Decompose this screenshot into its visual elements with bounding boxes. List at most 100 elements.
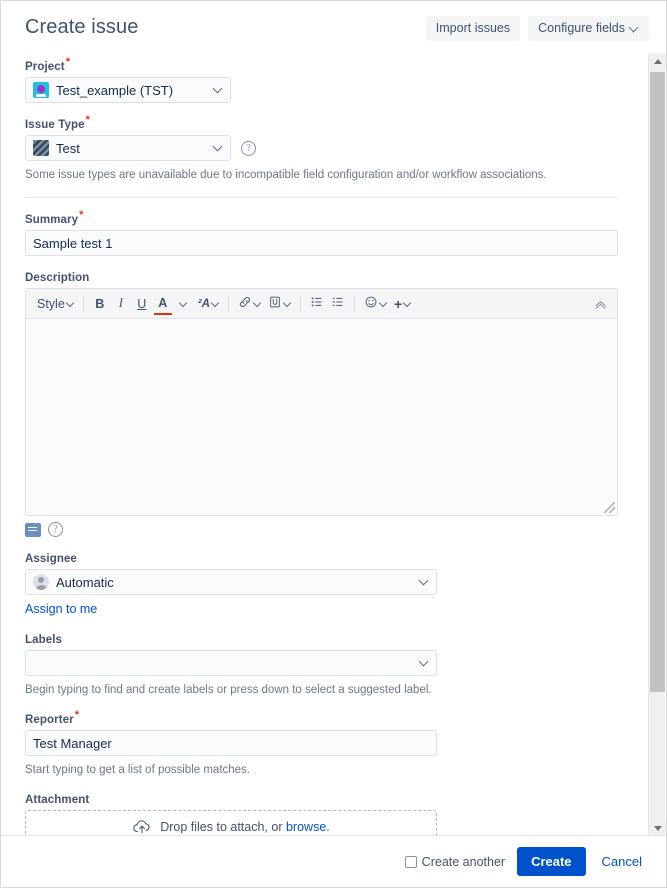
chevron-down-icon [404, 300, 411, 307]
assignee-select[interactable]: Automatic [25, 569, 437, 596]
create-button[interactable]: Create [517, 847, 586, 876]
italic-button[interactable]: I [111, 293, 131, 315]
editor-footer: ? [25, 522, 618, 538]
checkbox-box[interactable] [404, 855, 417, 868]
scroll-up-arrow-icon[interactable] [649, 53, 666, 70]
chevron-down-icon [380, 300, 387, 307]
numbered-list-button[interactable] [328, 293, 348, 315]
issue-type-label: Issue Type* [25, 115, 618, 131]
insert-more-button[interactable]: + [391, 293, 414, 315]
field-description: Description Style B I U A ²A + ? [25, 272, 618, 538]
chevron-down-icon [212, 300, 219, 307]
collapse-chevron-icon[interactable] [594, 296, 607, 314]
header-actions: Import issues Configure fields [425, 16, 649, 41]
project-label: Project* [25, 57, 618, 73]
bold-button[interactable]: B [90, 293, 110, 315]
chevron-down-icon [420, 658, 428, 666]
toolbar-separator [353, 295, 355, 312]
description-label: Description [25, 272, 90, 285]
chevron-down-icon [67, 300, 74, 307]
chevron-down-icon [214, 85, 222, 93]
labels-label: Labels [25, 634, 63, 647]
reporter-hint: Start typing to get a list of possible m… [25, 764, 251, 777]
scrollbar-thumb[interactable] [650, 72, 665, 692]
browse-link[interactable]: browse [286, 820, 326, 834]
chevron-down-icon [254, 300, 261, 307]
field-labels: Labels Begin typing to find and create l… [25, 634, 618, 698]
assignee-label: Assignee [25, 553, 77, 566]
form-divider [25, 197, 618, 199]
configure-fields-label: Configure fields [538, 21, 625, 35]
project-value: Test_example (TST) [56, 82, 174, 98]
cancel-button[interactable]: Cancel [598, 847, 646, 876]
italic-label: I [118, 296, 123, 311]
text-color-label: A [158, 295, 168, 310]
mention-icon [268, 295, 282, 312]
numbered-list-icon [331, 295, 345, 312]
required-asterisk: * [85, 114, 90, 127]
labels-hint: Begin typing to find and create labels o… [25, 684, 432, 697]
chevron-down-icon [180, 300, 187, 307]
help-circle-icon[interactable]: ? [48, 522, 63, 538]
style-label: Style [37, 296, 65, 311]
mention-button[interactable] [265, 293, 294, 315]
summary-input[interactable] [25, 230, 618, 257]
text-format-label: ²A [197, 297, 210, 310]
visual-text-toggle-icon[interactable] [25, 522, 41, 537]
link-button[interactable] [235, 293, 264, 315]
chevron-down-icon [630, 24, 639, 33]
field-reporter: Reporter* Start typing to get a list of … [25, 710, 618, 778]
user-avatar-icon [33, 574, 49, 591]
style-dropdown-button[interactable]: Style [34, 293, 77, 315]
configure-fields-button[interactable]: Configure fields [528, 16, 649, 41]
description-editor: Style B I U A ²A + [25, 288, 618, 517]
import-issues-button[interactable]: Import issues [425, 16, 521, 41]
text-format-button[interactable]: ²A [195, 293, 222, 315]
help-circle-icon[interactable]: ? [241, 140, 256, 156]
create-button-label: Create [531, 854, 572, 869]
dialog-body: Project* Test_example (TST) Issue Type* … [1, 53, 642, 837]
summary-label-text: Summary [25, 214, 79, 227]
dropzone-text-end: . [326, 820, 330, 835]
issue-type-select[interactable]: Test [25, 135, 231, 161]
emoji-button[interactable] [361, 293, 390, 315]
resize-handle[interactable] [604, 502, 615, 514]
text-color-button[interactable]: A [153, 293, 173, 315]
create-another-checkbox[interactable]: Create another [404, 854, 506, 869]
dropzone-text: Drop files to attach, or browse. [160, 820, 330, 834]
project-select[interactable]: Test_example (TST) [25, 77, 231, 103]
toolbar-separator [82, 295, 84, 312]
assign-to-me-link[interactable]: Assign to me [25, 602, 97, 616]
chevron-down-icon [284, 300, 291, 307]
required-asterisk: * [65, 56, 71, 69]
reporter-input[interactable] [25, 730, 437, 757]
dialog-header: Create issue Import issues Configure fie… [1, 1, 666, 53]
emoji-icon [364, 295, 378, 312]
issue-type-value: Test [56, 140, 80, 156]
text-color-dropdown-button[interactable] [174, 293, 194, 315]
attachment-label: Attachment [25, 794, 90, 807]
toolbar-separator [299, 295, 301, 312]
reporter-label-text: Reporter [25, 714, 74, 727]
project-avatar-icon [33, 82, 49, 98]
cancel-button-label: Cancel [601, 854, 642, 869]
import-issues-label: Import issues [435, 21, 511, 35]
labels-select[interactable] [25, 650, 437, 677]
bold-label: B [95, 296, 105, 311]
description-textarea[interactable] [26, 319, 617, 516]
assignee-value: Automatic [56, 574, 114, 590]
chevron-down-icon [214, 143, 222, 151]
vertical-scrollbar[interactable] [648, 53, 666, 837]
underline-label: U [137, 296, 147, 311]
field-project: Project* Test_example (TST) [25, 57, 618, 103]
reporter-label: Reporter* [25, 710, 618, 727]
cloud-upload-icon [132, 819, 152, 835]
bullet-list-button[interactable] [307, 293, 327, 315]
issue-type-label-text: Issue Type [25, 119, 85, 131]
summary-label: Summary* [25, 210, 618, 227]
underline-button[interactable]: U [132, 293, 152, 315]
issue-type-hint: Some issue types are unavailable due to … [25, 169, 547, 181]
chevron-down-icon [420, 577, 428, 585]
attachment-dropzone[interactable]: Drop files to attach, or browse. [25, 810, 437, 837]
create-another-label: Create another [421, 854, 506, 869]
